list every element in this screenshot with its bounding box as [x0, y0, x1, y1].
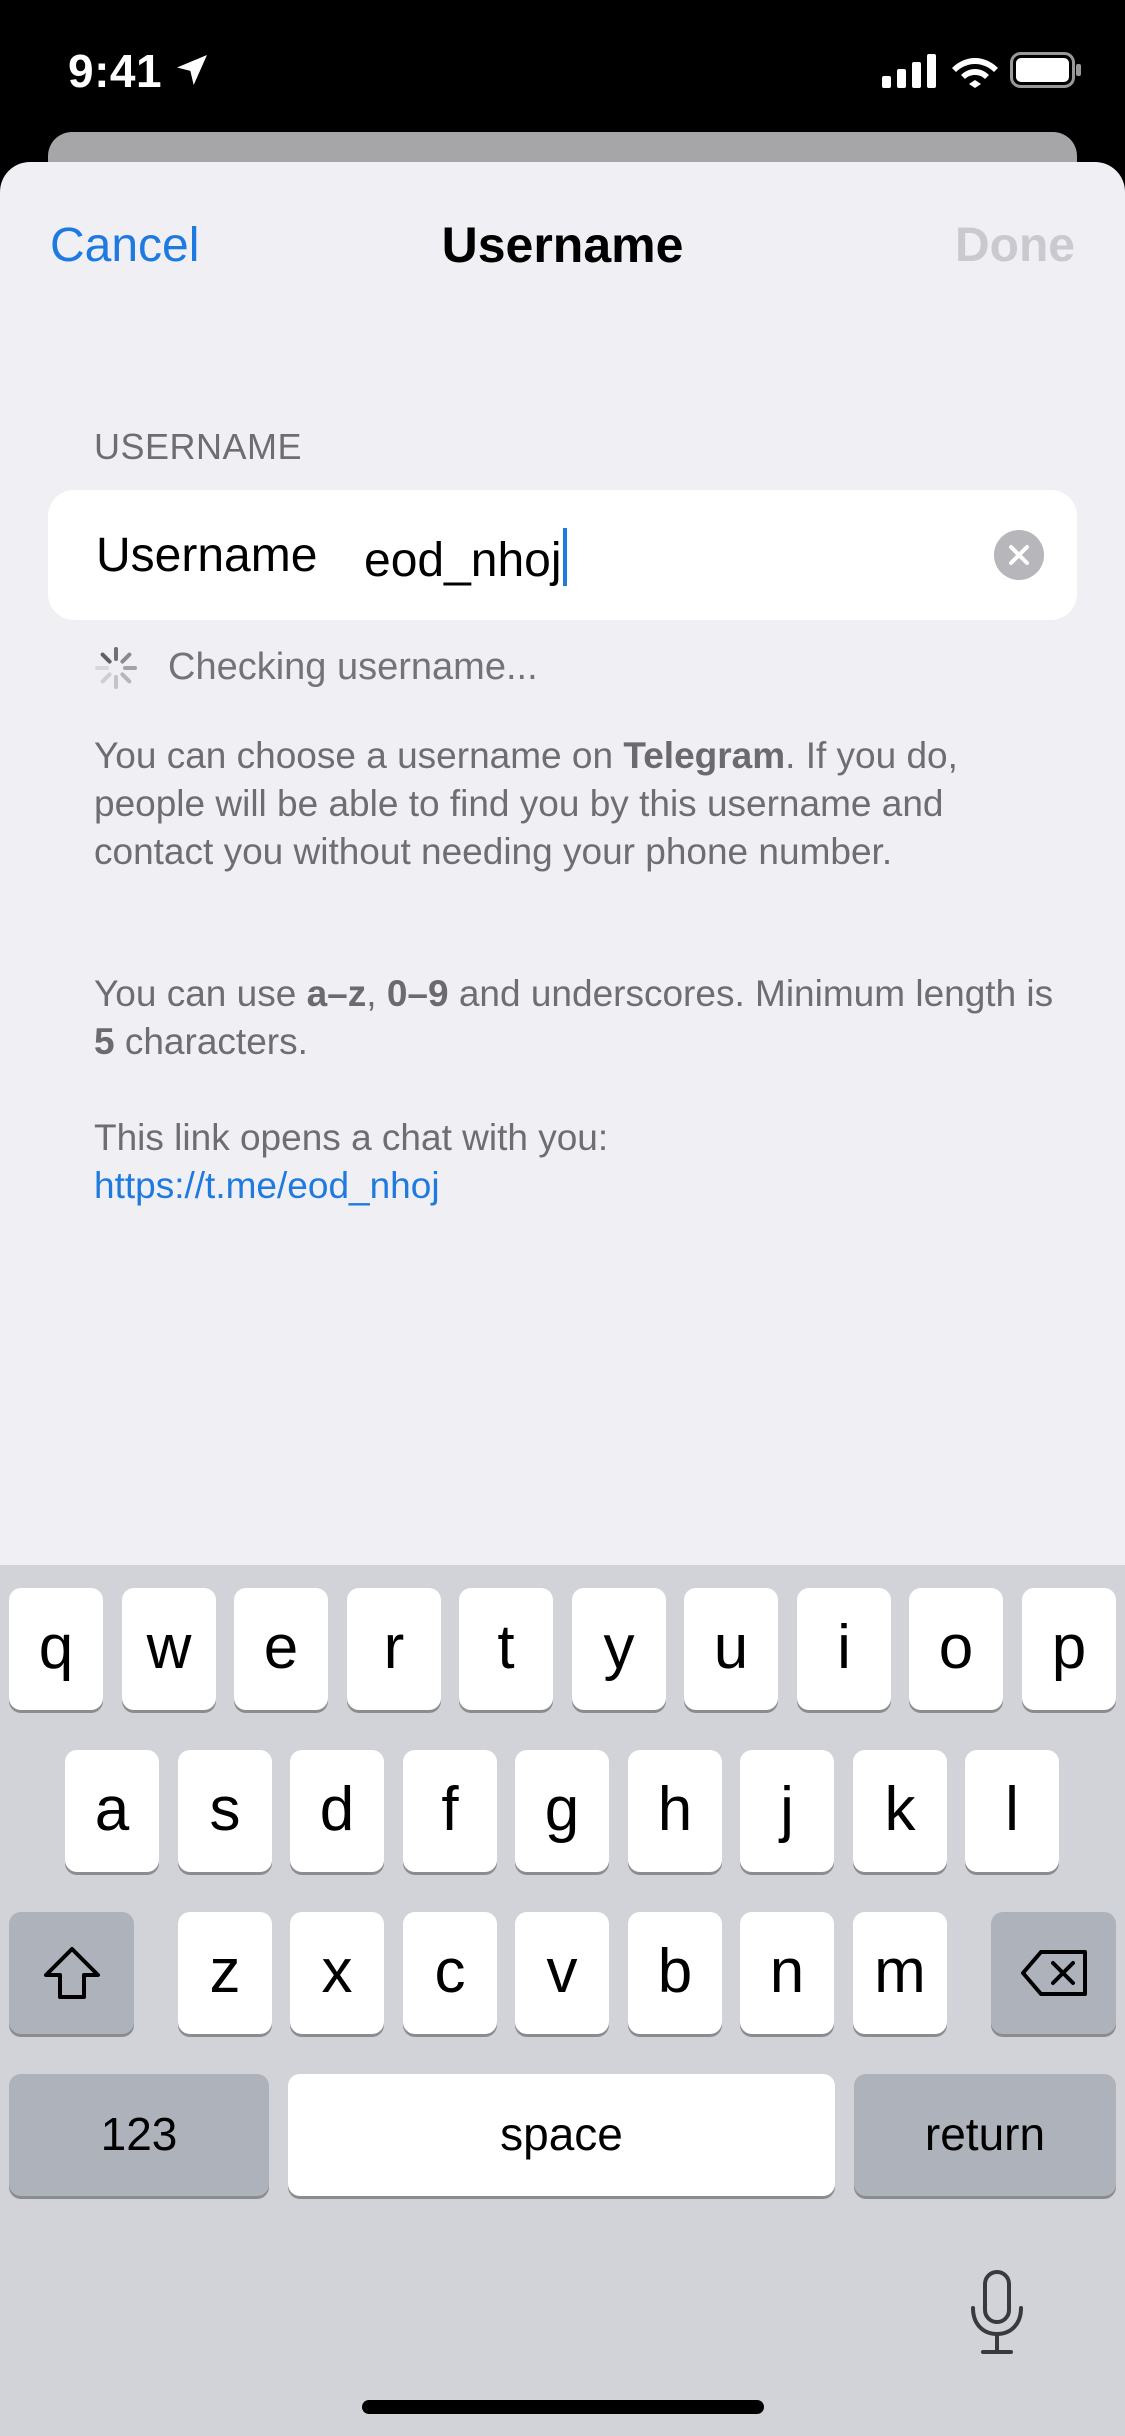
- username-input-card[interactable]: Username eod_nhoj: [48, 490, 1077, 620]
- key-c[interactable]: c: [403, 1912, 497, 2034]
- key-f[interactable]: f: [403, 1750, 497, 1872]
- key-s[interactable]: s: [178, 1750, 272, 1872]
- key-e[interactable]: e: [234, 1588, 328, 1710]
- username-input[interactable]: eod_nhoj: [364, 528, 567, 588]
- home-indicator[interactable]: [362, 2400, 764, 2414]
- key-r[interactable]: r: [347, 1588, 441, 1710]
- location-arrow-icon: [177, 55, 207, 85]
- text-caret: [562, 528, 567, 586]
- keyboard: q w e r t y u i o p a s d f g h j k l z …: [0, 1565, 1125, 2436]
- key-d[interactable]: d: [290, 1750, 384, 1872]
- spinner-icon: [95, 647, 137, 689]
- key-t[interactable]: t: [459, 1588, 553, 1710]
- key-n[interactable]: n: [740, 1912, 834, 2034]
- key-y[interactable]: y: [572, 1588, 666, 1710]
- key-i[interactable]: i: [797, 1588, 891, 1710]
- key-v[interactable]: v: [515, 1912, 609, 2034]
- info-paragraph-1: You can choose a username on Telegram. I…: [94, 735, 958, 872]
- clear-icon[interactable]: [994, 530, 1044, 580]
- cellular-signal-icon: [882, 54, 936, 88]
- checking-text: Checking username...: [168, 646, 538, 688]
- key-h[interactable]: h: [628, 1750, 722, 1872]
- key-g[interactable]: g: [515, 1750, 609, 1872]
- profile-link[interactable]: https://t.me/eod_nhoj: [94, 1162, 1054, 1210]
- key-x[interactable]: x: [290, 1912, 384, 2034]
- battery-icon: [1010, 52, 1081, 88]
- done-button[interactable]: Done: [955, 218, 1075, 273]
- key-k[interactable]: k: [853, 1750, 947, 1872]
- key-b[interactable]: b: [628, 1912, 722, 2034]
- shift-key[interactable]: [9, 1912, 134, 2034]
- key-m[interactable]: m: [853, 1912, 947, 2034]
- wifi-icon: [952, 58, 998, 88]
- key-j[interactable]: j: [740, 1750, 834, 1872]
- key-a[interactable]: a: [65, 1750, 159, 1872]
- username-field-label: Username: [96, 529, 318, 582]
- backspace-icon: [1020, 1950, 1087, 1996]
- shift-icon: [43, 1947, 100, 1999]
- key-q[interactable]: q: [9, 1588, 103, 1710]
- status-time: 9:41: [68, 45, 163, 97]
- info-paragraph-3: This link opens a chat with you: https:/…: [94, 1114, 1054, 1210]
- username-input-text: eod_nhoj: [364, 534, 562, 587]
- return-key[interactable]: return: [854, 2074, 1116, 2196]
- key-z[interactable]: z: [178, 1912, 272, 2034]
- status-bar: 9:41: [0, 0, 1125, 140]
- backspace-key[interactable]: [991, 1912, 1116, 2034]
- numbers-key[interactable]: 123: [9, 2074, 269, 2196]
- link-caption: This link opens a chat with you:: [94, 1117, 609, 1158]
- section-header: USERNAME: [94, 426, 303, 467]
- microphone-icon[interactable]: [967, 2268, 1027, 2358]
- key-l[interactable]: l: [965, 1750, 1059, 1872]
- space-key[interactable]: space: [288, 2074, 835, 2196]
- key-o[interactable]: o: [909, 1588, 1003, 1710]
- key-u[interactable]: u: [684, 1588, 778, 1710]
- info-paragraph-2: You can use a–z, 0–9 and underscores. Mi…: [94, 973, 1054, 1062]
- key-p[interactable]: p: [1022, 1588, 1116, 1710]
- key-w[interactable]: w: [122, 1588, 216, 1710]
